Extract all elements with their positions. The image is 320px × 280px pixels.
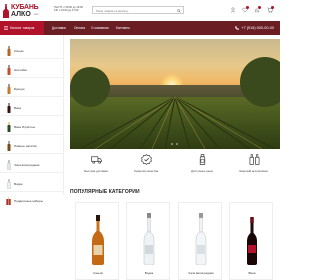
sidebar-item-vodka[interactable]: Водка (0, 176, 64, 192)
category-image (230, 207, 274, 265)
feature-label: Гарантия качества (133, 169, 159, 173)
work-hours-saturday: СБ: с 10:00 до 17:00 (54, 9, 79, 13)
sidebar-item-label: Пивные напитки (14, 143, 37, 148)
gift-set-icon (6, 197, 11, 205)
feature-label: Доступные цены (191, 169, 213, 173)
category-label: Чача виноградная (188, 271, 214, 275)
favorites-badge (246, 6, 249, 9)
hero-banner[interactable] (70, 39, 280, 149)
sidebar-item-label: Водка (14, 181, 23, 186)
header: КУБАНЬ АЛКО .com ПН-ПТ: с 09:00 до 19:00… (0, 0, 280, 21)
sidebar-item-sparkling-wine[interactable]: Вина Игристые (0, 119, 64, 135)
vodka-bottle-icon (6, 178, 11, 189)
feature-prices: Доступные цены (182, 154, 222, 180)
sidebar-item-cognac[interactable]: Коньяк (0, 43, 64, 59)
search-box (92, 6, 184, 14)
feature-label: Быстрая доставка (84, 169, 108, 173)
delivery-truck-icon (90, 156, 102, 164)
assortment-bottles-icon (249, 154, 259, 165)
category-image (179, 207, 223, 265)
quality-check-icon (140, 154, 152, 165)
slider-dot-1[interactable] (166, 143, 168, 145)
site-logo[interactable]: КУБАНЬ АЛКО .com (3, 4, 47, 18)
cognac-bottle-image (92, 215, 104, 265)
sidebar-item-label: Бренди (14, 86, 25, 91)
user-icon[interactable] (230, 7, 236, 13)
sidebar-item-gift-sets[interactable]: Подарочные наборы (0, 193, 64, 209)
search-input[interactable] (94, 8, 174, 14)
work-hours: ПН-ПТ: с 09:00 до 19:00 СБ: с 10:00 до 1… (54, 6, 83, 13)
sidebar-item-chacha[interactable]: Чача виноградная (0, 157, 64, 173)
catalog-menu-button[interactable]: Каталог товаров (0, 21, 44, 35)
wine-bottle-image (247, 217, 257, 265)
chacha-bottle-image (195, 213, 207, 265)
logo-text-secondary: АЛКО (11, 11, 31, 18)
nav-delivery[interactable]: Доставка (52, 21, 66, 35)
slider-dot-2[interactable] (171, 143, 173, 145)
category-card-vodka[interactable]: Водка (126, 202, 170, 280)
compare-badge (258, 6, 261, 9)
logo-text-primary: КУБАНЬ (11, 4, 39, 11)
sidebar-item-tinctures[interactable]: Настойки (0, 62, 64, 78)
sidebar-item-wine[interactable]: Вина (0, 100, 64, 116)
tincture-bottle-icon (7, 64, 10, 75)
feature-label: Широкий ассортимент (239, 169, 269, 173)
vodka-bottle-image (143, 213, 155, 265)
slider-dots (166, 143, 180, 146)
nav-payment[interactable]: Оплата (74, 21, 85, 35)
brandy-bottle-icon (7, 83, 10, 94)
beer-bottle-icon (7, 140, 10, 151)
phone-icon (235, 26, 240, 30)
popular-categories-title: ПОПУЛЯРНЫЕ КАТЕГОРИИ (70, 189, 140, 195)
menu-icon (4, 26, 8, 30)
logo-domain: .com (33, 13, 39, 16)
sidebar-item-label: Вина Игристые (14, 124, 36, 129)
category-label: Коньяк (93, 271, 103, 275)
category-label: Вина (248, 271, 256, 275)
sidebar-item-brandy[interactable]: Бренди (0, 81, 64, 97)
category-label: Водка (144, 271, 154, 275)
sidebar-item-label: Вина (14, 105, 22, 110)
nav-phone[interactable]: +7 (918) 000-00-00 (235, 21, 274, 35)
feature-quality: Гарантия качества (126, 154, 166, 180)
feature-assortment: Широкий ассортимент (234, 154, 274, 180)
nav-phone-number: +7 (918) 000-00-00 (241, 26, 274, 30)
category-image (76, 207, 120, 265)
sidebar-item-label: Подарочные наборы (14, 199, 43, 203)
header-actions (226, 6, 276, 15)
category-card-cognac[interactable]: Коньяк (75, 202, 119, 280)
nav-contacts[interactable]: Контакты (116, 21, 130, 35)
sidebar-item-label: Чача виноградная (14, 162, 40, 167)
main-nav: Каталог товаров Доставка Оплата О компан… (0, 21, 280, 35)
chacha-bottle-icon (6, 159, 11, 170)
category-card-wine[interactable]: Вина (229, 202, 273, 280)
sparkling-wine-icon (7, 121, 10, 132)
sidebar-item-label: Настойки (14, 67, 28, 72)
vineyard-rows (79, 97, 276, 149)
category-image (127, 207, 171, 265)
features-strip: Быстрая доставка Гарантия качества Досту… (70, 150, 280, 180)
cognac-bottle-icon (7, 45, 10, 56)
search-icon (177, 9, 181, 13)
logo-bottle-icon (3, 4, 9, 18)
sidebar-item-beer[interactable]: Пивные напитки (0, 138, 64, 154)
price-bottle-icon (199, 154, 205, 165)
feature-fast-delivery: Быстрая доставка (76, 154, 116, 180)
nav-about[interactable]: О компании (91, 21, 109, 35)
cart-badge (271, 6, 274, 9)
category-card-chacha[interactable]: Чача виноградная (178, 202, 222, 280)
search-button[interactable] (176, 8, 182, 14)
slider-dot-3[interactable] (176, 143, 178, 145)
category-sidebar: Коньяк Настойки Бренди Вина Вина Игристы… (0, 35, 64, 205)
catalog-menu-label: Каталог товаров (10, 26, 35, 30)
sidebar-item-label: Коньяк (14, 48, 24, 53)
hero-tree-left (70, 67, 110, 107)
wine-bottle-icon (7, 102, 10, 113)
